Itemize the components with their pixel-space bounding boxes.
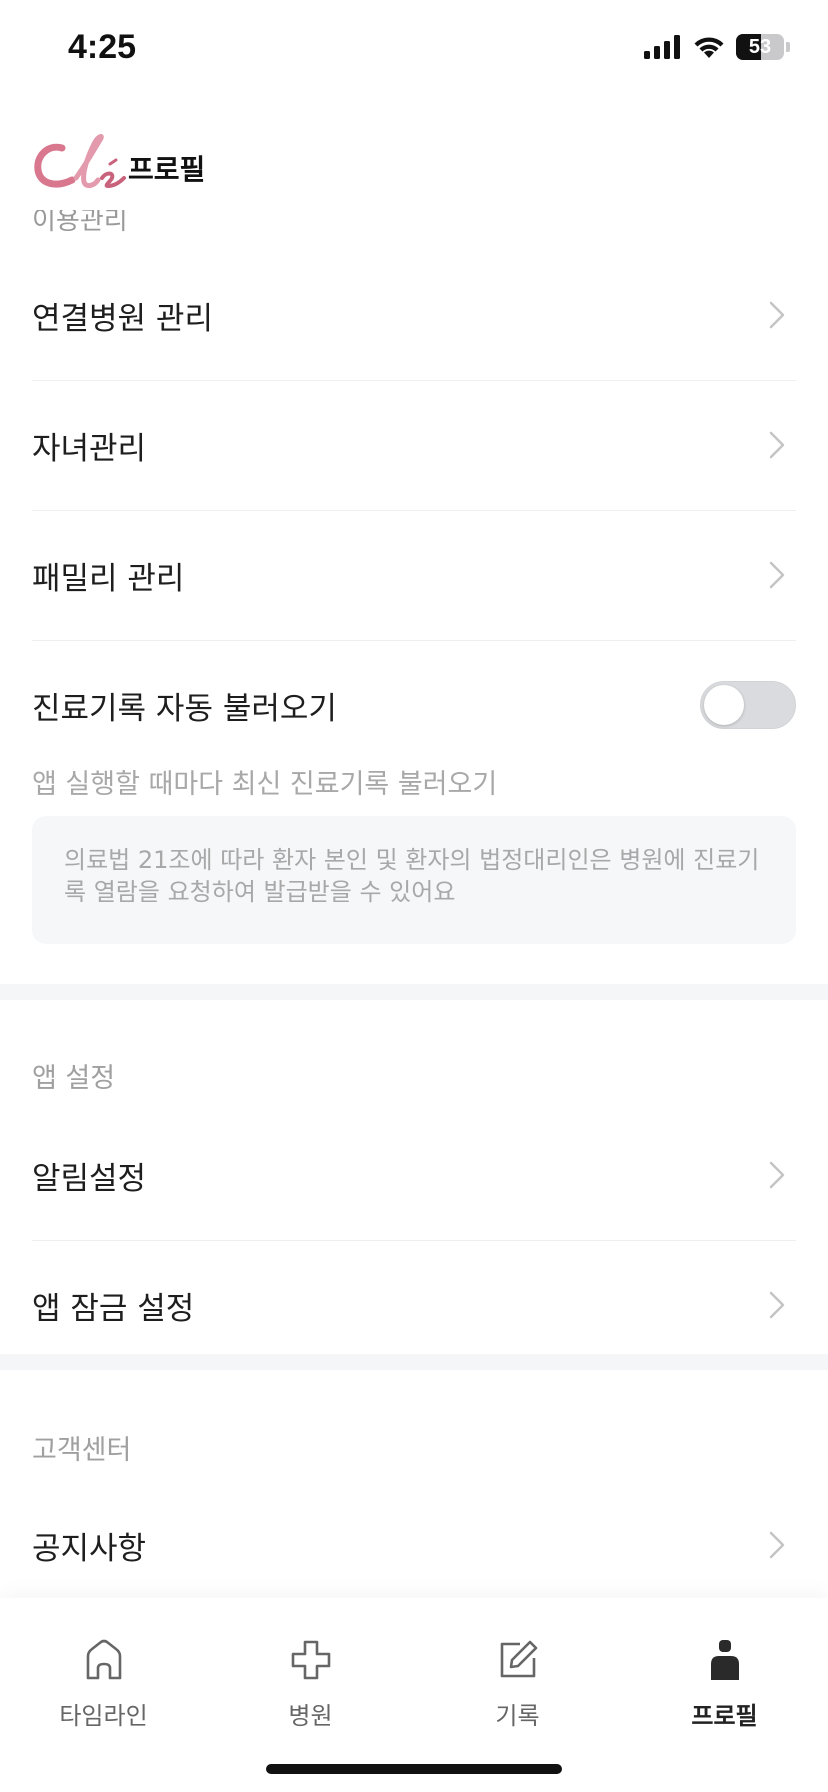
menu-item-family[interactable]: 패밀리 관리	[32, 510, 796, 641]
auto-records-row: 진료기록 자동 불러오기	[32, 640, 796, 770]
section-title-customer-center: 고객센터	[32, 1435, 132, 1466]
menu-item-label: 공지사항	[32, 1530, 147, 1567]
chevron-right-icon	[762, 430, 792, 460]
page-title: 프로필	[128, 153, 206, 186]
tab-profile[interactable]: 프로필	[621, 1638, 828, 1731]
chevron-right-icon	[762, 560, 792, 590]
home-indicator[interactable]	[266, 1764, 562, 1774]
profile-content[interactable]: 이용관리 연결병원 관리 자녀관리 패밀리 관리 진료기록 자동 불러오기 앱 …	[0, 210, 828, 1598]
menu-item-label: 알림설정	[32, 1160, 147, 1197]
chevron-right-icon	[762, 1290, 792, 1320]
tab-records[interactable]: 기록	[414, 1638, 621, 1731]
medical-law-info-text: 의료법 21조에 따라 환자 본인 및 환자의 법정대리인은 병원에 진료기록 …	[64, 846, 760, 906]
section-divider	[0, 1354, 828, 1370]
tab-label: 기록	[495, 1702, 540, 1730]
menu-item-notices[interactable]: 공지사항	[32, 1480, 796, 1598]
menu-item-label: 자녀관리	[32, 430, 147, 467]
toggle-knob	[704, 685, 744, 725]
person-icon	[710, 1640, 739, 1680]
tab-hospital[interactable]: 병원	[207, 1638, 414, 1731]
hospital-cross-icon	[291, 1640, 330, 1680]
auto-records-label: 진료기록 자동 불러오기	[32, 690, 337, 727]
auto-records-description: 앱 실행할 때마다 최신 진료기록 불러오기	[32, 769, 498, 800]
battery-icon: 53	[736, 34, 784, 60]
wifi-icon	[694, 37, 724, 58]
auto-records-toggle[interactable]	[700, 681, 796, 729]
menu-item-notifications[interactable]: 알림설정	[32, 1110, 796, 1241]
tab-timeline[interactable]: 타임라인	[0, 1638, 207, 1731]
chevron-right-icon	[762, 300, 792, 330]
tab-label: 병원	[288, 1702, 333, 1730]
cle-logo	[34, 134, 126, 189]
home-icon	[86, 1639, 121, 1680]
menu-item-app-lock[interactable]: 앱 잠금 설정	[32, 1240, 796, 1370]
menu-item-label: 앱 잠금 설정	[32, 1290, 195, 1327]
edit-icon	[500, 1640, 537, 1678]
cellular-signal-icon	[644, 35, 680, 59]
bottom-tab-bar: 타임라인 병원 기록 프로필	[0, 1598, 828, 1792]
battery-tip	[786, 42, 790, 52]
chevron-right-icon	[762, 1530, 792, 1560]
section-divider	[0, 984, 828, 1000]
battery-percentage: 53	[748, 35, 772, 58]
tab-label: 프로필	[691, 1702, 758, 1730]
menu-item-children[interactable]: 자녀관리	[32, 380, 796, 511]
menu-item-linked-hospitals[interactable]: 연결병원 관리	[32, 250, 796, 381]
status-time: 4:25	[68, 28, 137, 66]
menu-item-label: 패밀리 관리	[32, 560, 185, 597]
page-header: 프로필	[32, 128, 205, 198]
status-bar: 4:25 53	[0, 0, 828, 100]
medical-law-info-box: 의료법 21조에 따라 환자 본인 및 환자의 법정대리인은 병원에 진료기록 …	[32, 816, 796, 944]
section-title-app-settings: 앱 설정	[32, 1063, 116, 1094]
chevron-right-icon	[762, 1160, 792, 1190]
section-title-usage: 이용관리	[32, 210, 128, 236]
status-icons: 53	[644, 34, 790, 60]
menu-item-label: 연결병원 관리	[32, 300, 213, 337]
tab-label: 타임라인	[59, 1702, 148, 1730]
